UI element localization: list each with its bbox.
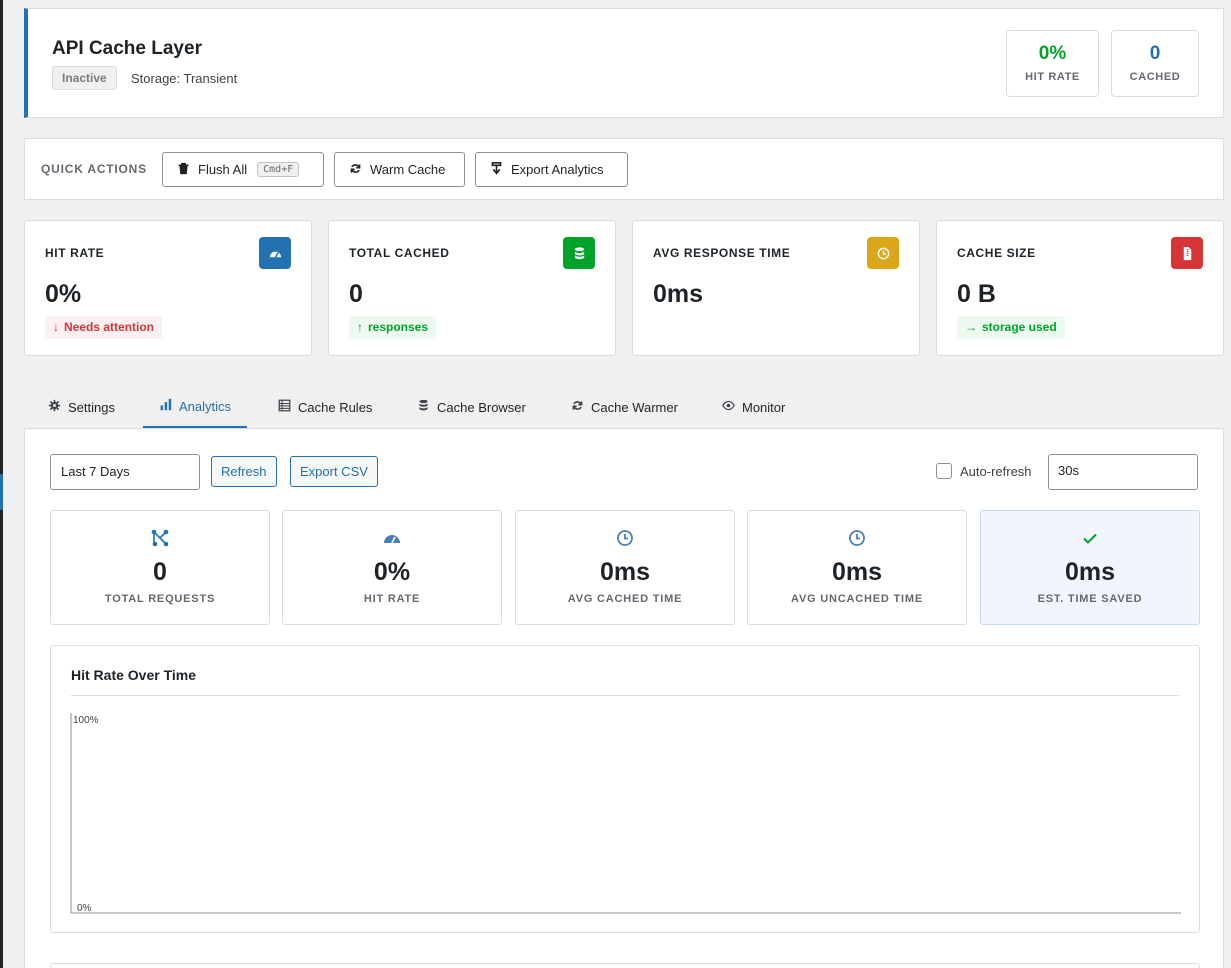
stat-card-title: TOTAL CACHED	[349, 246, 450, 260]
auto-refresh-toggle[interactable]: Auto-refresh	[936, 463, 1032, 479]
stat-card-value: 0ms	[653, 280, 704, 308]
plugin-page: API Cache Layer Inactive Storage: Transi…	[24, 8, 1224, 968]
refresh-icon	[571, 399, 584, 415]
shortcut-hint: Cmd+F	[257, 162, 300, 177]
status-badge: → storage used	[957, 316, 1065, 339]
header-hit-rate-value: 0%	[1038, 43, 1067, 64]
status-badge: ↑ responses	[349, 316, 437, 339]
plugin-header: API Cache Layer Inactive Storage: Transi…	[24, 8, 1224, 118]
flush-all-label: Flush All	[198, 162, 248, 177]
y-tick-label: 0%	[77, 903, 92, 914]
chart-bar-icon	[159, 398, 172, 414]
tab-label: Cache Rules	[298, 399, 373, 415]
metric-hit-rate: 0% HIT RATE	[282, 510, 502, 625]
status-badge: ↓ Needs attention	[45, 316, 163, 339]
gear-icon	[48, 399, 61, 415]
analytics-panel: Last 7 Days Refresh Export CSV Auto-refr…	[24, 428, 1224, 968]
stat-card-hit-rate: HIT RATE 0% ↓ Needs attention	[24, 220, 312, 356]
date-range-select[interactable]: Last 7 Days	[50, 454, 200, 490]
warm-cache-label: Warm Cache	[370, 162, 446, 177]
page-title: API Cache Layer	[52, 38, 202, 59]
metric-est-time-saved: 0ms EST. TIME SAVED	[980, 510, 1200, 625]
status-badge: Inactive	[52, 66, 117, 90]
database-icon	[563, 237, 595, 269]
stat-card-total-cached: TOTAL CACHED 0 ↑ responses	[328, 220, 616, 356]
badge-text: responses	[368, 320, 429, 334]
tab-label: Cache Warmer	[591, 399, 678, 415]
refresh-button[interactable]: Refresh	[211, 456, 277, 487]
arrow-right-icon: →	[965, 320, 977, 334]
tab-label: Cache Browser	[437, 399, 526, 415]
tab-label: Monitor	[742, 399, 786, 415]
chart-plot-area: 100% 0%	[70, 713, 1181, 914]
hit-rate-chart: Hit Rate Over Time 100% 0%	[50, 645, 1200, 933]
stat-card-avg-response-time: AVG RESPONSE TIME 0ms	[632, 220, 920, 356]
database-icon	[417, 399, 430, 415]
quick-actions-bar: QUICK ACTIONS Flush All Cmd+F Warm Cache…	[24, 138, 1224, 200]
metric-label: HIT RATE	[363, 593, 421, 605]
flush-all-button[interactable]: Flush All Cmd+F	[162, 152, 324, 187]
header-cached-value: 0	[1149, 43, 1161, 64]
tab-monitor[interactable]: Monitor	[706, 386, 801, 428]
arrow-down-icon: ↓	[53, 320, 59, 334]
chart-divider	[71, 695, 1179, 696]
tab-label: Settings	[68, 399, 115, 415]
clock-icon	[867, 237, 899, 269]
metric-avg-uncached-time: 0ms AVG UNCACHED TIME	[747, 510, 967, 625]
stat-card-value: 0%	[45, 280, 82, 308]
header-hit-rate: 0% HIT RATE	[1006, 30, 1099, 97]
y-tick-label: 100%	[73, 715, 99, 726]
list-icon	[278, 399, 291, 415]
stat-card-value: 0 B	[957, 280, 996, 308]
export-analytics-label: Export Analytics	[511, 162, 604, 177]
stat-card-cache-size: CACHE SIZE 0 B → storage used	[936, 220, 1224, 356]
metric-value: 0ms	[599, 558, 651, 586]
metric-value: 0%	[373, 558, 411, 586]
metric-label: AVG CACHED TIME	[567, 593, 683, 605]
header-hit-rate-label: HIT RATE	[1025, 71, 1080, 83]
header-cached: 0 CACHED	[1111, 30, 1199, 97]
dashboard-icon	[259, 237, 291, 269]
auto-refresh-checkbox[interactable]	[936, 463, 952, 479]
stat-card-value: 0	[349, 280, 363, 308]
metric-total-requests: 0 TOTAL REQUESTS	[50, 510, 270, 625]
download-icon	[490, 161, 503, 178]
stat-card-title: CACHE SIZE	[957, 246, 1036, 260]
refresh-interval-input[interactable]: 30s	[1048, 454, 1198, 490]
stat-card-title: HIT RATE	[45, 246, 105, 260]
tab-label: Analytics	[179, 398, 232, 414]
metric-label: TOTAL REQUESTS	[104, 593, 216, 605]
metric-value: 0	[153, 558, 167, 586]
tab-analytics[interactable]: Analytics	[143, 386, 248, 428]
arrow-up-icon: ↑	[357, 320, 363, 334]
stat-card-title: AVG RESPONSE TIME	[653, 246, 791, 260]
secondary-chart-panel	[50, 963, 1200, 968]
file-icon	[1171, 237, 1203, 269]
tab-cache-warmer[interactable]: Cache Warmer	[555, 386, 694, 428]
tab-cache-rules[interactable]: Cache Rules	[262, 386, 388, 428]
metric-value: 0ms	[1064, 558, 1116, 586]
quick-actions-label: QUICK ACTIONS	[41, 162, 147, 176]
auto-refresh-label: Auto-refresh	[960, 463, 1032, 479]
badge-text: Needs attention	[64, 320, 155, 334]
trash-icon	[177, 162, 190, 178]
header-cached-label: CACHED	[1129, 71, 1181, 83]
metric-value: 0ms	[831, 558, 883, 586]
refresh-icon	[349, 162, 362, 178]
metric-avg-cached-time: 0ms AVG CACHED TIME	[515, 510, 735, 625]
admin-sidebar-marker	[0, 474, 3, 510]
tab-bar: Settings Analytics Cache Rules Cache Bro…	[24, 386, 1224, 428]
storage-type: Storage: Transient	[131, 71, 238, 86]
tab-settings[interactable]: Settings	[32, 386, 131, 428]
badge-text: storage used	[982, 320, 1057, 334]
chart-title: Hit Rate Over Time	[71, 667, 197, 683]
tab-cache-browser[interactable]: Cache Browser	[401, 386, 542, 428]
metric-label: EST. TIME SAVED	[1037, 593, 1143, 605]
metric-label: AVG UNCACHED TIME	[791, 593, 923, 605]
export-analytics-button[interactable]: Export Analytics	[475, 152, 628, 187]
eye-icon	[722, 399, 735, 415]
export-csv-button[interactable]: Export CSV	[290, 456, 378, 487]
warm-cache-button[interactable]: Warm Cache	[334, 152, 465, 187]
